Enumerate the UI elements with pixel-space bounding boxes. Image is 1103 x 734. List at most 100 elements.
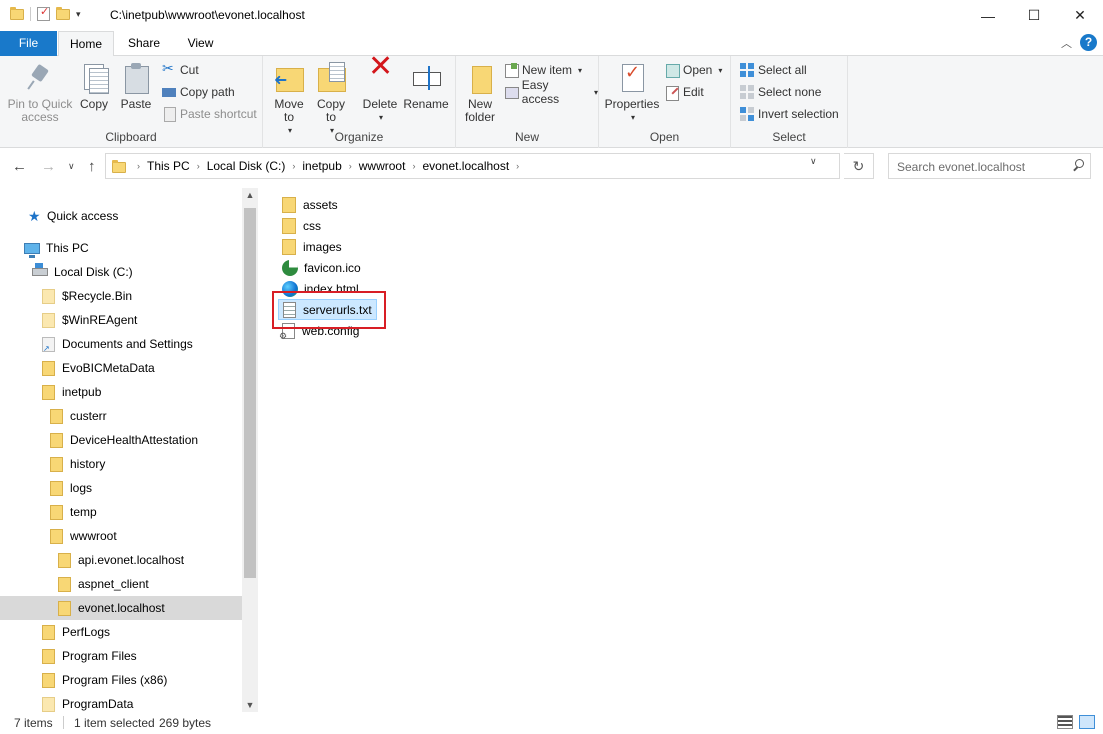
- delete-icon: [364, 60, 396, 94]
- tree-item-label: PerfLogs: [62, 625, 111, 639]
- tab-file[interactable]: File: [0, 31, 57, 56]
- tree-item-logs[interactable]: logs: [0, 476, 242, 500]
- folder-icon: [50, 480, 63, 496]
- new-folder-qat-icon[interactable]: [56, 6, 70, 20]
- close-button[interactable]: ✕: [1057, 0, 1103, 31]
- scroll-down-icon[interactable]: ▼: [242, 700, 258, 710]
- customize-qat-icon[interactable]: ▾: [76, 9, 81, 20]
- folder-icon: [112, 159, 126, 173]
- tree-item-local-disk[interactable]: Local Disk (C:): [0, 260, 242, 284]
- folder-icon: [50, 528, 63, 544]
- cut-button[interactable]: Cut: [162, 60, 199, 80]
- rename-label: Rename: [403, 97, 449, 111]
- tree-item-quick-access[interactable]: ★ Quick access: [0, 204, 242, 228]
- file-name: assets: [303, 197, 338, 212]
- scrollbar-thumb[interactable]: [244, 208, 256, 578]
- paste-shortcut-button[interactable]: Paste shortcut: [162, 104, 257, 124]
- details-view-icon[interactable]: [1057, 715, 1073, 729]
- rename-button[interactable]: Rename: [402, 62, 450, 111]
- tree-item-label: wwwroot: [70, 529, 117, 543]
- help-icon[interactable]: ?: [1080, 34, 1097, 51]
- copy-path-icon: [162, 85, 176, 99]
- tree-item-api-evonet-localhost[interactable]: api.evonet.localhost: [0, 548, 242, 572]
- list-item[interactable]: favicon.ico: [278, 257, 365, 278]
- properties-button[interactable]: Properties ▾: [603, 62, 661, 124]
- forward-arrow-icon[interactable]: →: [41, 158, 56, 175]
- item-count: 7 items: [14, 716, 53, 730]
- tree-item-winreagent[interactable]: $WinREAgent: [0, 308, 242, 332]
- select-all-button[interactable]: Select all: [740, 60, 807, 80]
- scroll-up-icon[interactable]: ▲: [242, 190, 258, 200]
- breadcrumb-this-pc[interactable]: This PC: [143, 159, 194, 173]
- tree-item-programdata[interactable]: ProgramData: [0, 692, 242, 712]
- navigation-pane-scrollbar[interactable]: ▲ ▼: [242, 188, 258, 712]
- address-bar[interactable]: › This PC › Local Disk (C:) › inetpub › …: [105, 153, 840, 179]
- tab-share[interactable]: Share: [120, 31, 168, 56]
- tree-item-aspnet-client[interactable]: aspnet_client: [0, 572, 242, 596]
- tree-item-temp[interactable]: temp: [0, 500, 242, 524]
- list-item[interactable]: images: [278, 236, 346, 257]
- tree-item-this-pc[interactable]: This PC: [0, 236, 242, 260]
- chevron-right-icon[interactable]: ›: [409, 161, 418, 171]
- back-arrow-icon[interactable]: ←: [12, 158, 27, 175]
- search-input[interactable]: Search evonet.localhost: [888, 153, 1091, 179]
- tree-item-documents-and-settings[interactable]: Documents and Settings: [0, 332, 242, 356]
- properties-qat-icon[interactable]: [37, 5, 50, 21]
- minimize-button[interactable]: —: [965, 0, 1011, 31]
- tree-item-recycle-bin[interactable]: $Recycle.Bin: [0, 284, 242, 308]
- chevron-right-icon[interactable]: ›: [134, 161, 143, 171]
- recent-locations-chevron-icon[interactable]: ∨: [68, 161, 75, 172]
- tree-item-program-files-x86[interactable]: Program Files (x86): [0, 668, 242, 692]
- chevron-right-icon[interactable]: ›: [194, 161, 203, 171]
- up-arrow-icon[interactable]: ↑: [88, 158, 96, 175]
- list-item[interactable]: assets: [278, 194, 342, 215]
- tree-item-evobicmetadata[interactable]: EvoBICMetaData: [0, 356, 242, 380]
- invert-selection-icon: [740, 107, 754, 121]
- delete-button[interactable]: Delete ▾: [360, 60, 400, 124]
- move-to-button[interactable]: Move to ▾: [269, 62, 309, 137]
- pin-to-quick-access-button[interactable]: Pin to Quick access: [6, 62, 74, 124]
- clipboard-group-label: Clipboard: [105, 130, 157, 144]
- select-none-button[interactable]: Select none: [740, 82, 821, 102]
- minimize-ribbon-chevron-icon[interactable]: ︿: [1061, 35, 1072, 51]
- folder-icon: [282, 238, 296, 255]
- tree-item-history[interactable]: history: [0, 452, 242, 476]
- tree-item-label: api.evonet.localhost: [78, 553, 185, 567]
- breadcrumb-wwwroot[interactable]: wwwroot: [355, 159, 410, 173]
- refresh-button[interactable]: ↻: [844, 153, 874, 179]
- chevron-right-icon[interactable]: ›: [513, 161, 522, 171]
- breadcrumb-evonet-localhost[interactable]: evonet.localhost: [418, 159, 513, 173]
- open-button[interactable]: Open ▾: [665, 60, 722, 80]
- breadcrumb-local-disk[interactable]: Local Disk (C:): [203, 159, 290, 173]
- tree-item-evonet-localhost[interactable]: evonet.localhost: [0, 596, 242, 620]
- breadcrumb-inetpub[interactable]: inetpub: [298, 159, 345, 173]
- chevron-right-icon[interactable]: ›: [289, 161, 298, 171]
- tree-item-devicehealthattestation[interactable]: DeviceHealthAttestation: [0, 428, 242, 452]
- chevron-right-icon[interactable]: ›: [346, 161, 355, 171]
- large-icons-view-icon[interactable]: [1079, 715, 1095, 729]
- tab-view[interactable]: View: [178, 31, 223, 56]
- copy-path-button[interactable]: Copy path: [162, 82, 235, 102]
- dropdown-arrow-icon: ▾: [630, 113, 635, 122]
- address-history-chevron-icon[interactable]: ∨: [810, 156, 817, 167]
- tree-item-wwwroot[interactable]: wwwroot: [0, 524, 242, 548]
- invert-selection-button[interactable]: Invert selection: [740, 104, 839, 124]
- pin-icon: [24, 62, 56, 94]
- tab-home[interactable]: Home: [58, 31, 114, 57]
- organize-group: Move to ▾ Copy to ▾ Delete ▾ Rename Orga…: [263, 56, 456, 148]
- paste-button[interactable]: Paste: [118, 62, 154, 111]
- new-folder-button[interactable]: New folder: [460, 62, 500, 124]
- folder-icon: [42, 312, 55, 328]
- copy-to-button[interactable]: Copy to ▾: [311, 62, 351, 137]
- edit-button[interactable]: Edit: [665, 82, 704, 102]
- tree-item-perflogs[interactable]: PerfLogs: [0, 620, 242, 644]
- folder-icon: [50, 456, 63, 472]
- list-item[interactable]: css: [278, 215, 325, 236]
- tree-item-program-files[interactable]: Program Files: [0, 644, 242, 668]
- tree-item-custerr[interactable]: custerr: [0, 404, 242, 428]
- maximize-button[interactable]: ☐: [1011, 0, 1057, 31]
- easy-access-button[interactable]: Easy access ▾: [504, 78, 598, 106]
- tree-item-inetpub[interactable]: inetpub: [0, 380, 242, 404]
- copy-button[interactable]: Copy: [76, 62, 112, 111]
- new-item-button[interactable]: New item ▾: [504, 60, 582, 80]
